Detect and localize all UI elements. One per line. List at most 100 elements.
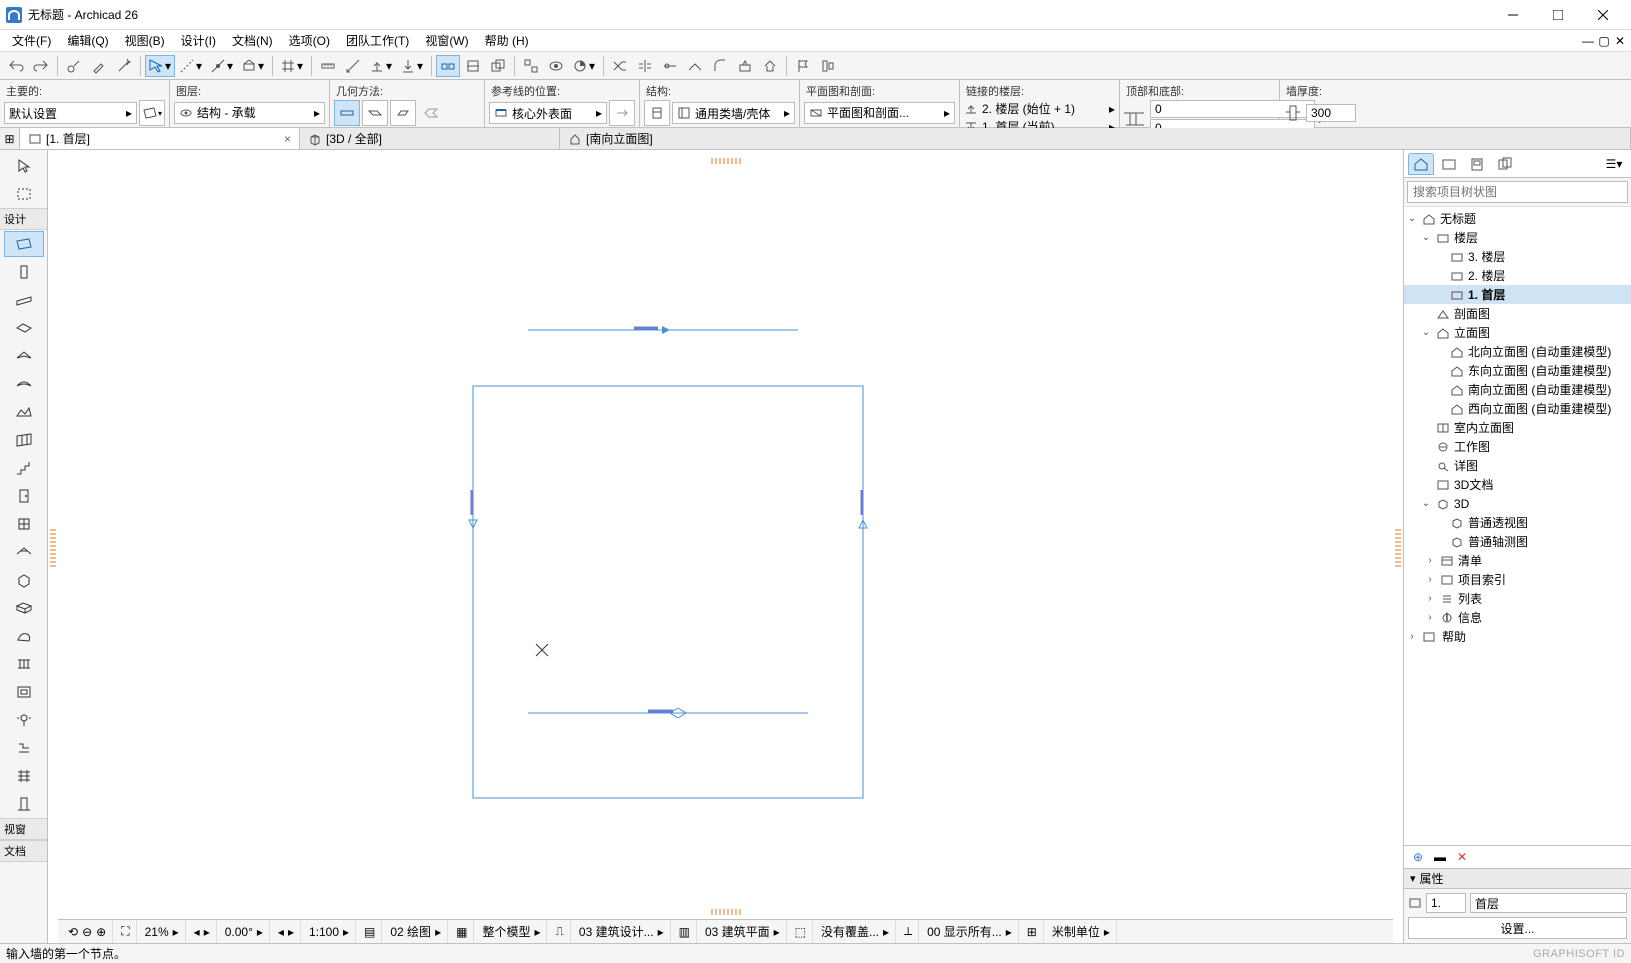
- zoom-in-icon[interactable]: ⊕: [96, 925, 106, 939]
- wall-end-tool[interactable]: [4, 791, 44, 817]
- menu-window[interactable]: 视窗(W): [417, 32, 476, 49]
- slab-tool[interactable]: [4, 315, 44, 341]
- shell-tool[interactable]: [4, 371, 44, 397]
- marquee-tool[interactable]: [4, 181, 44, 207]
- menu-file[interactable]: 文件(F): [4, 32, 59, 49]
- tree-elev-west[interactable]: 西向立面图 (自动重建模型): [1404, 399, 1631, 418]
- save-view-icon[interactable]: ▬: [1432, 849, 1448, 865]
- menu-document[interactable]: 文档(N): [224, 32, 281, 49]
- zoom-out-icon[interactable]: ⊖: [82, 925, 92, 939]
- zone-tool[interactable]: [4, 595, 44, 621]
- menu-edit[interactable]: 编辑(Q): [59, 32, 116, 49]
- column-tool[interactable]: [4, 259, 44, 285]
- wall-tool[interactable]: [4, 231, 44, 257]
- override-dropdown[interactable]: 没有覆盖...▸: [815, 920, 896, 943]
- fit-icon[interactable]: ⛶: [121, 924, 129, 939]
- mep-tool[interactable]: [4, 735, 44, 761]
- wall-tool-icon[interactable]: ▾: [139, 100, 165, 126]
- fillet-button[interactable]: [708, 55, 732, 77]
- gravity-button[interactable]: ▾: [397, 55, 427, 77]
- stair-tool[interactable]: [4, 455, 44, 481]
- resize-button[interactable]: [733, 55, 757, 77]
- tab-close-icon[interactable]: ×: [284, 132, 291, 146]
- nav-prev-icon[interactable]: ◂: [278, 925, 284, 939]
- override-icon[interactable]: ⬚: [795, 925, 806, 939]
- layer-combo-icon[interactable]: ▤: [364, 925, 375, 939]
- tree-lists[interactable]: ›列表: [1404, 589, 1631, 608]
- tree-sections[interactable]: 剖面图: [1404, 304, 1631, 323]
- eyedropper-button[interactable]: [87, 55, 111, 77]
- intersect-button[interactable]: [683, 55, 707, 77]
- split-button[interactable]: [633, 55, 657, 77]
- guideline-button[interactable]: ▾: [176, 55, 206, 77]
- unit-dropdown[interactable]: 米制单位▸: [1046, 920, 1117, 943]
- graphisoft-id-link[interactable]: GRAPHISOFT ID: [1533, 948, 1625, 960]
- geom-straight-icon[interactable]: [334, 100, 360, 126]
- geom-poly-icon[interactable]: [418, 100, 444, 126]
- tree-elev-north[interactable]: 北向立面图 (自动重建模型): [1404, 342, 1631, 361]
- tree-schedules[interactable]: ›清单: [1404, 551, 1631, 570]
- mvopt-icon[interactable]: ▥: [679, 925, 690, 939]
- skylight-tool[interactable]: [4, 539, 44, 565]
- arrow-tool[interactable]: [4, 153, 44, 179]
- lamp-tool[interactable]: [4, 707, 44, 733]
- surface-snap-button[interactable]: ▾: [238, 55, 268, 77]
- tree-story-1[interactable]: 1. 首层: [1404, 285, 1631, 304]
- window-tool[interactable]: [4, 511, 44, 537]
- tree-indexes[interactable]: ›项目索引: [1404, 570, 1631, 589]
- properties-header[interactable]: ▾ 属性: [1404, 869, 1631, 889]
- nav-next-icon[interactable]: ▸: [288, 925, 294, 939]
- elevation-icon-button[interactable]: ▾: [366, 55, 396, 77]
- magic-wand-button[interactable]: [112, 55, 136, 77]
- undo-button[interactable]: [4, 55, 28, 77]
- cursor-snap-button[interactable]: ▾: [145, 55, 175, 77]
- renov-icon[interactable]: ⎍: [555, 924, 563, 939]
- prop-id[interactable]: 1.: [1426, 893, 1466, 913]
- door-tool[interactable]: [4, 483, 44, 509]
- linked-top-value[interactable]: 2. 楼层 (始位 + 1): [982, 100, 1105, 117]
- adjust-button[interactable]: [658, 55, 682, 77]
- delete-view-icon[interactable]: ✕: [1454, 849, 1470, 865]
- show-hide-button[interactable]: [544, 55, 568, 77]
- geom-curved-icon[interactable]: [362, 100, 388, 126]
- suspend-group-button[interactable]: [519, 55, 543, 77]
- tree-3d[interactable]: ⌄3D: [1404, 494, 1631, 513]
- thickness-input[interactable]: [1306, 104, 1356, 122]
- tree-story-3[interactable]: 3. 楼层: [1404, 247, 1631, 266]
- tree-3ddoc[interactable]: 3D文档: [1404, 475, 1631, 494]
- snap-point-button[interactable]: ▾: [207, 55, 237, 77]
- pan-prev-icon[interactable]: ◂: [194, 925, 200, 939]
- measure-button[interactable]: [341, 55, 365, 77]
- right-panel-handle[interactable]: [1393, 150, 1403, 943]
- nav-layout-tab[interactable]: [1464, 153, 1490, 175]
- opening-tool[interactable]: [4, 679, 44, 705]
- tab-floorplan[interactable]: [1. 首层] ×: [20, 128, 300, 149]
- mdi-close-icon[interactable]: ✕: [1613, 34, 1627, 48]
- trim-button[interactable]: [608, 55, 632, 77]
- tree-3d-axon[interactable]: 普通轴测图: [1404, 532, 1631, 551]
- nav-publisher-tab[interactable]: [1492, 153, 1518, 175]
- pick-button[interactable]: [62, 55, 86, 77]
- nav-project-tab[interactable]: [1408, 153, 1434, 175]
- grid-element-tool[interactable]: [4, 763, 44, 789]
- dim-dropdown[interactable]: 00 显示所有...▸: [921, 920, 1019, 943]
- tree-help[interactable]: ›帮助: [1404, 627, 1631, 646]
- new-view-icon[interactable]: ⊕: [1410, 849, 1426, 865]
- partial-icon[interactable]: ▦: [456, 925, 467, 939]
- drawing-canvas[interactable]: [58, 150, 1393, 919]
- struct-dropdown[interactable]: 通用类墙/壳体 ▸: [672, 102, 795, 124]
- menu-options[interactable]: 选项(O): [281, 32, 338, 49]
- tree-interior[interactable]: 室内立面图: [1404, 418, 1631, 437]
- navigator-search-input[interactable]: [1407, 181, 1628, 203]
- relative-construction-button[interactable]: [461, 55, 485, 77]
- nav-options-icon[interactable]: ☰▾: [1601, 153, 1627, 175]
- tree-elevations[interactable]: ⌄立面图: [1404, 323, 1631, 342]
- tab-3d[interactable]: [3D / 全部]: [300, 128, 560, 149]
- menu-design[interactable]: 设计(I): [173, 32, 224, 49]
- mdi-minimize-icon[interactable]: —: [1581, 34, 1595, 48]
- tab-grip-icon[interactable]: ⊞: [0, 128, 20, 149]
- minimize-button[interactable]: [1490, 1, 1535, 29]
- home-button[interactable]: [758, 55, 782, 77]
- align-icon-button[interactable]: [816, 55, 840, 77]
- tree-root[interactable]: ⌄无标题: [1404, 209, 1631, 228]
